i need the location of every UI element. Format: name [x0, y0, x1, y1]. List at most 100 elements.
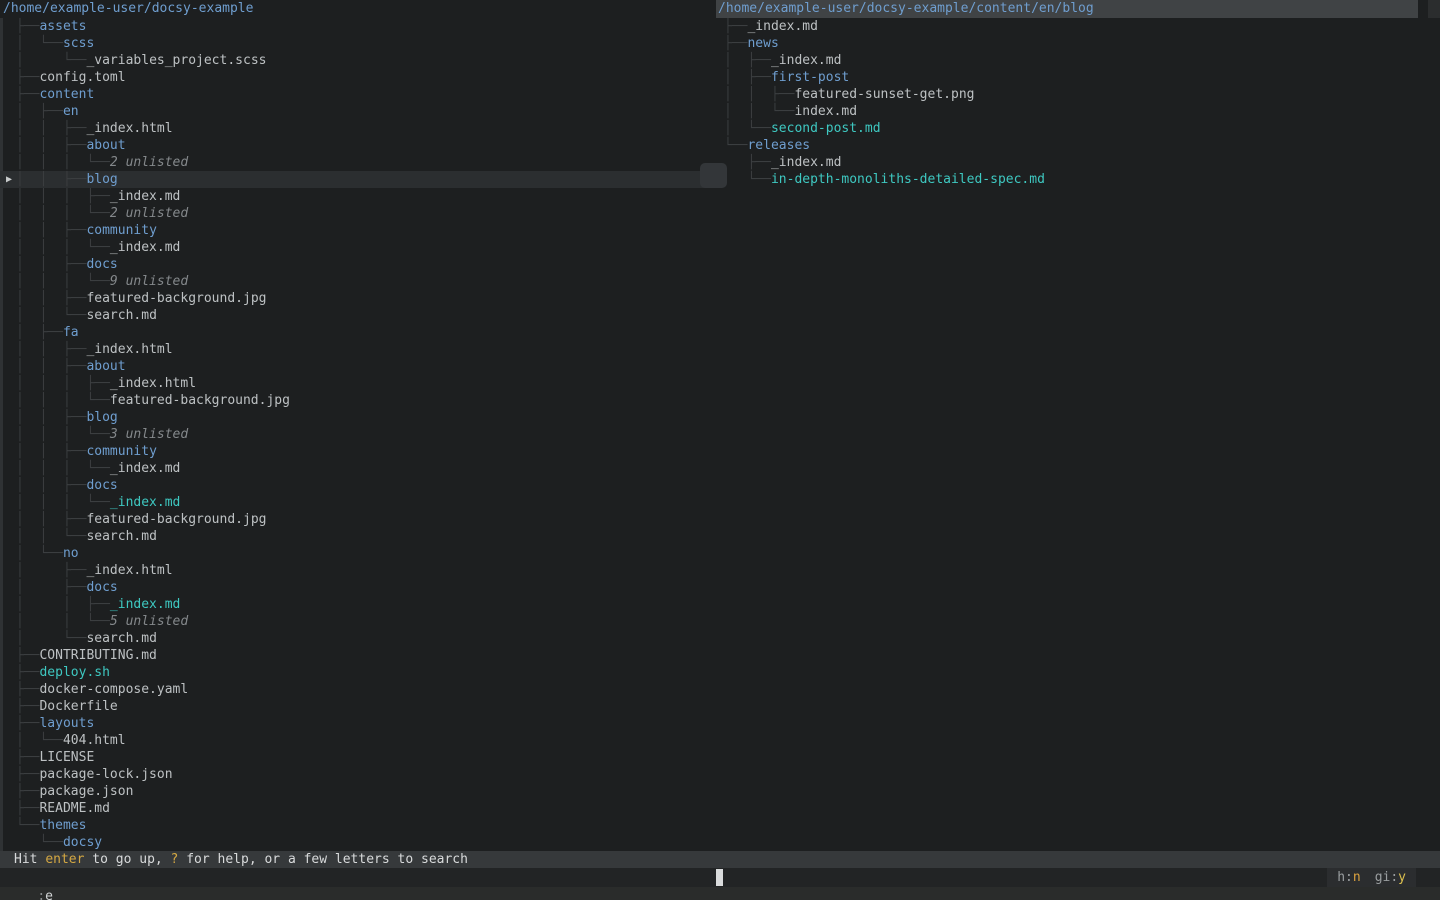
tree-row[interactable]: │ │ └──search.md	[0, 307, 716, 324]
entry-name: layouts	[39, 716, 94, 731]
tree-row[interactable]: │ └──scss	[0, 35, 716, 52]
entry-name: docs	[86, 257, 117, 272]
tree-branch-icon: │ │ └──	[16, 529, 86, 544]
entry-name: search.md	[86, 631, 156, 646]
entry-name: deploy.sh	[39, 665, 109, 680]
entry-name: _index.md	[110, 495, 180, 510]
right-panel-path[interactable]: /home/example-user/docsy-example/content…	[716, 0, 1418, 18]
bottom-band	[0, 887, 1440, 900]
tree-row[interactable]: └──docsy	[0, 834, 716, 851]
right-tree: ├──_index.md├──news│ ├──_index.md│ ├──fi…	[716, 18, 1440, 188]
tree-row[interactable]: │ │ ├──docs	[0, 477, 716, 494]
tree-branch-icon: ├──	[16, 750, 39, 765]
tree-branch-icon: │ │ ├──	[16, 223, 86, 238]
tree-row[interactable]: │ │ │ └──3 unlisted	[0, 426, 716, 443]
tree-row[interactable]: │ │ ├──featured-background.jpg	[0, 290, 716, 307]
tree-branch-icon: ├──	[16, 716, 39, 731]
tree-branch-icon: ├──	[16, 665, 39, 680]
tree-branch-icon: │ │ ├──	[16, 444, 86, 459]
panel-resize-handle-icon[interactable]	[700, 163, 727, 188]
tree-row[interactable]: ├──README.md	[0, 800, 716, 817]
input-bar[interactable]: :e h:ngi:y	[0, 868, 1440, 887]
tree-row[interactable]: ├──_index.md	[716, 18, 1440, 35]
tree-row[interactable]: └──in-depth-monoliths-detailed-spec.md	[716, 171, 1440, 188]
entry-name: _index.md	[110, 461, 180, 476]
tree-row[interactable]: ├──_index.md	[716, 154, 1440, 171]
tree-row[interactable]: ├──news	[716, 35, 1440, 52]
tree-row[interactable]: │ │ ├──featured-sunset-get.png	[716, 86, 1440, 103]
tree-row[interactable]: ├──CONTRIBUTING.md	[0, 647, 716, 664]
tree-row[interactable]: │ │ ├──featured-background.jpg	[0, 511, 716, 528]
entry-name: CONTRIBUTING.md	[39, 648, 156, 663]
tree-row[interactable]: │ ├──first-post	[716, 69, 1440, 86]
tree-row[interactable]: ├──layouts	[0, 715, 716, 732]
tree-row[interactable]: ├──docker-compose.yaml	[0, 681, 716, 698]
tree-row[interactable]: │ │ ├──about	[0, 137, 716, 154]
tree-row[interactable]: │ ├──fa	[0, 324, 716, 341]
tree-row[interactable]: │ │ └──5 unlisted	[0, 613, 716, 630]
tree-row[interactable]: │ ├──_index.md	[716, 52, 1440, 69]
tree-row[interactable]: │ │ │ └──9 unlisted	[0, 273, 716, 290]
left-panel-path[interactable]: /home/example-user/docsy-example	[0, 0, 716, 18]
tree-row[interactable]: │ └──search.md	[0, 630, 716, 647]
tree-branch-icon: │ │ └──	[724, 104, 794, 119]
tree-row[interactable]: │ │ ├──blog	[0, 409, 716, 426]
tree-row[interactable]: │ │ │ └──2 unlisted	[0, 154, 716, 171]
entry-name: featured-background.jpg	[86, 512, 266, 527]
tree-row[interactable]: │ │ ├──community	[0, 443, 716, 460]
entry-name: about	[86, 138, 125, 153]
tree-row[interactable]: │ │ ├──community	[0, 222, 716, 239]
tree-row[interactable]: │ └──404.html	[0, 732, 716, 749]
tree-row[interactable]: ├──package.json	[0, 783, 716, 800]
tree-branch-icon: ├──	[16, 87, 39, 102]
flag-label: gi:	[1375, 870, 1398, 885]
tree-row[interactable]: │ │ └──index.md	[716, 103, 1440, 120]
entry-name: second-post.md	[771, 121, 881, 136]
tree-row[interactable]: ├──Dockerfile	[0, 698, 716, 715]
tree-row[interactable]: │ │ │ └──2 unlisted	[0, 205, 716, 222]
tree-row[interactable]: │ └──_variables_project.scss	[0, 52, 716, 69]
tree-branch-icon: ├──	[16, 784, 39, 799]
tree-row[interactable]: │ └──no	[0, 545, 716, 562]
tree-branch-icon: │ │ ├──	[16, 342, 86, 357]
tree-branch-icon: │ │ │ ├──	[16, 189, 110, 204]
tree-row[interactable]: │ │ │ ├──_index.html	[0, 375, 716, 392]
tree-branch-icon: │ │ ├──	[16, 291, 86, 306]
tree-row[interactable]: ├──assets	[0, 18, 716, 35]
tree-row[interactable]: │ │ │ ├──_index.md	[0, 188, 716, 205]
tree-row[interactable]: │ │ │ └──_index.md	[0, 239, 716, 256]
tree-branch-icon: │ │ ├──	[16, 138, 86, 153]
entry-name: blog	[86, 410, 117, 425]
tree-row[interactable]: │ │ ├──_index.md	[0, 596, 716, 613]
tree-row[interactable]: │ └──second-post.md	[716, 120, 1440, 137]
entry-name: 3 unlisted	[110, 427, 188, 442]
entry-name: search.md	[86, 529, 156, 544]
tree-row[interactable]: │ │ └──search.md	[0, 528, 716, 545]
tree-row[interactable]: ├──config.toml	[0, 69, 716, 86]
entry-name: docs	[86, 580, 117, 595]
tree-row[interactable]: │ │ ├──about	[0, 358, 716, 375]
left-input[interactable]: :e	[31, 889, 53, 900]
tree-row[interactable]: │ │ │ └──_index.md	[0, 460, 716, 477]
tree-row[interactable]: │ │ ├──docs	[0, 256, 716, 273]
tree-row[interactable]: ├──package-lock.json	[0, 766, 716, 783]
tree-row[interactable]: │ │ │ └──featured-background.jpg	[0, 392, 716, 409]
tree-row[interactable]: │ ├──docs	[0, 579, 716, 596]
tree-row[interactable]: │ │ ├──_index.html	[0, 341, 716, 358]
tree-row[interactable]: ├──deploy.sh	[0, 664, 716, 681]
tree-row[interactable]: ├──LICENSE	[0, 749, 716, 766]
tree-row[interactable]: ▶│ │ ├──blog	[0, 171, 716, 188]
entry-name: _index.html	[86, 563, 172, 578]
tree-branch-icon: │ │ │ └──	[16, 155, 110, 170]
tree-row[interactable]: │ │ ├──_index.html	[0, 120, 716, 137]
tree-row[interactable]: └──releases	[716, 137, 1440, 154]
tree-row[interactable]: │ │ │ └──_index.md	[0, 494, 716, 511]
panels-area: /home/example-user/docsy-example ├──asse…	[0, 0, 1440, 851]
tree-row[interactable]: │ ├──_index.html	[0, 562, 716, 579]
tree-branch-icon: │ │ └──	[16, 614, 110, 629]
tree-row[interactable]: │ ├──en	[0, 103, 716, 120]
tree-branch-icon: │ │ │ └──	[16, 495, 110, 510]
right-panel: /home/example-user/docsy-example/content…	[716, 0, 1440, 851]
tree-row[interactable]: ├──content	[0, 86, 716, 103]
tree-row[interactable]: └──themes	[0, 817, 716, 834]
